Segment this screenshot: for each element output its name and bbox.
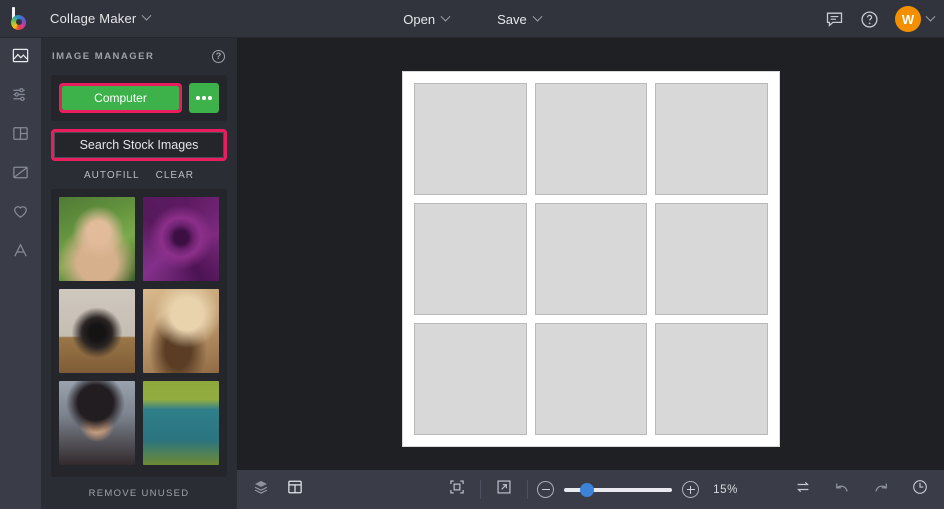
avatar: W [895, 6, 921, 32]
text-a-icon [11, 241, 30, 265]
app-logo[interactable] [0, 0, 40, 38]
app-title-label: Collage Maker [50, 11, 137, 26]
panel-quick-links: AUTOFILL CLEAR [41, 161, 237, 189]
sidebar-item-graphics[interactable] [0, 155, 41, 194]
computer-button-highlight: Computer [59, 83, 182, 113]
befunky-logo-icon [9, 6, 31, 30]
undo-button[interactable] [828, 476, 856, 504]
canvas-area[interactable] [237, 38, 944, 470]
divider [480, 480, 482, 499]
redo-arrow-icon [872, 478, 890, 501]
clear-button[interactable]: CLEAR [156, 170, 194, 181]
question-mark-icon[interactable]: ? [212, 49, 225, 63]
history-clock-icon [911, 478, 929, 501]
bottom-bar-left [237, 476, 309, 504]
cell-7[interactable] [414, 323, 527, 435]
cell-2[interactable] [534, 83, 648, 195]
cell-5[interactable] [534, 203, 648, 315]
heart-icon [11, 202, 30, 226]
zoom-level-label: 15% [713, 483, 738, 496]
panel-header: IMAGE MANAGER ? [41, 38, 237, 74]
fit-to-screen-icon [448, 478, 466, 501]
left-tool-rail [0, 38, 41, 509]
ellipsis-icon [196, 96, 212, 100]
app-title-dropdown[interactable]: Collage Maker [40, 6, 160, 31]
image-source-box: Computer [51, 75, 227, 121]
layout-panel-icon [286, 478, 304, 501]
sidebar-item-text[interactable] [0, 233, 41, 272]
layers-icon [252, 478, 270, 501]
collage-board [403, 72, 779, 446]
cell-8[interactable] [534, 323, 648, 435]
application-root: Collage Maker Open Save W IMAGE MANAGER … [0, 0, 944, 509]
chevron-down-icon [141, 10, 152, 21]
sliders-icon [11, 85, 30, 109]
swap-button[interactable] [789, 476, 817, 504]
image-manager-panel: IMAGE MANAGER ? Computer Search Stock Im… [41, 38, 237, 509]
expand-button[interactable] [490, 476, 518, 504]
save-menu-button[interactable]: Save [487, 7, 551, 32]
top-bar-right-actions: W [825, 0, 936, 38]
thumb-woman-straw-hat[interactable] [143, 289, 219, 373]
remove-unused-button[interactable]: REMOVE UNUSED [41, 477, 237, 509]
panel-title: IMAGE MANAGER [52, 50, 155, 62]
zoom-slider[interactable] [564, 482, 673, 497]
more-sources-button[interactable] [189, 83, 219, 113]
thumb-woman-black-hat[interactable] [59, 381, 135, 465]
redo-button[interactable] [867, 476, 895, 504]
bottom-bar: 15% [237, 470, 944, 509]
chevron-down-icon [440, 11, 451, 22]
top-bar: Collage Maker Open Save W [0, 0, 944, 38]
zoom-slider-knob[interactable] [580, 482, 595, 497]
cell-1[interactable] [414, 83, 527, 195]
cell-6[interactable] [655, 203, 768, 315]
image-source-row: Computer [59, 83, 219, 113]
layout-grid-icon [11, 124, 30, 148]
thumb-vintage-camera[interactable] [59, 289, 135, 373]
search-stock-images-button[interactable]: Search Stock Images [54, 132, 224, 158]
divider [527, 480, 529, 499]
autofill-button[interactable]: AUTOFILL [84, 170, 140, 181]
question-circle-icon[interactable] [860, 10, 879, 29]
thumbnail-scroll-area[interactable] [51, 189, 227, 477]
photo-icon [11, 46, 30, 70]
save-menu-label: Save [497, 11, 527, 27]
chevron-down-icon [532, 11, 543, 22]
graphic-shape-icon [11, 163, 30, 187]
expand-arrow-icon [495, 478, 513, 501]
sidebar-item-layouts[interactable] [0, 116, 41, 155]
user-account-menu[interactable]: W [895, 6, 936, 32]
undo-arrow-icon [833, 478, 851, 501]
zoom-out-button[interactable] [537, 481, 555, 498]
open-menu-button[interactable]: Open [393, 7, 459, 32]
layers-button[interactable] [247, 476, 275, 504]
history-button[interactable] [906, 476, 934, 504]
thumb-teal-vintage-truck[interactable] [143, 381, 219, 465]
computer-button[interactable]: Computer [62, 86, 179, 110]
cell-3[interactable] [655, 83, 768, 195]
thumb-purple-flower[interactable] [143, 197, 219, 281]
sidebar-item-image-manager[interactable] [0, 38, 41, 77]
cell-4[interactable] [414, 203, 527, 315]
search-stock-wrap: Search Stock Images [51, 129, 227, 161]
chevron-down-icon [925, 11, 936, 22]
chat-bubble-icon[interactable] [825, 10, 844, 29]
sidebar-item-favorites[interactable] [0, 194, 41, 233]
bottom-bar-right [789, 476, 934, 504]
layout-panel-button[interactable] [281, 476, 309, 504]
cell-9[interactable] [655, 323, 768, 435]
swap-arrows-icon [794, 478, 812, 501]
sidebar-item-edit-adjust[interactable] [0, 77, 41, 116]
fit-to-screen-button[interactable] [443, 476, 471, 504]
thumb-woman-green-hedge[interactable] [59, 197, 135, 281]
thumbnail-grid [59, 197, 219, 465]
search-stock-highlight: Search Stock Images [51, 129, 227, 161]
zoom-in-button[interactable] [682, 481, 700, 498]
open-menu-label: Open [403, 11, 436, 27]
